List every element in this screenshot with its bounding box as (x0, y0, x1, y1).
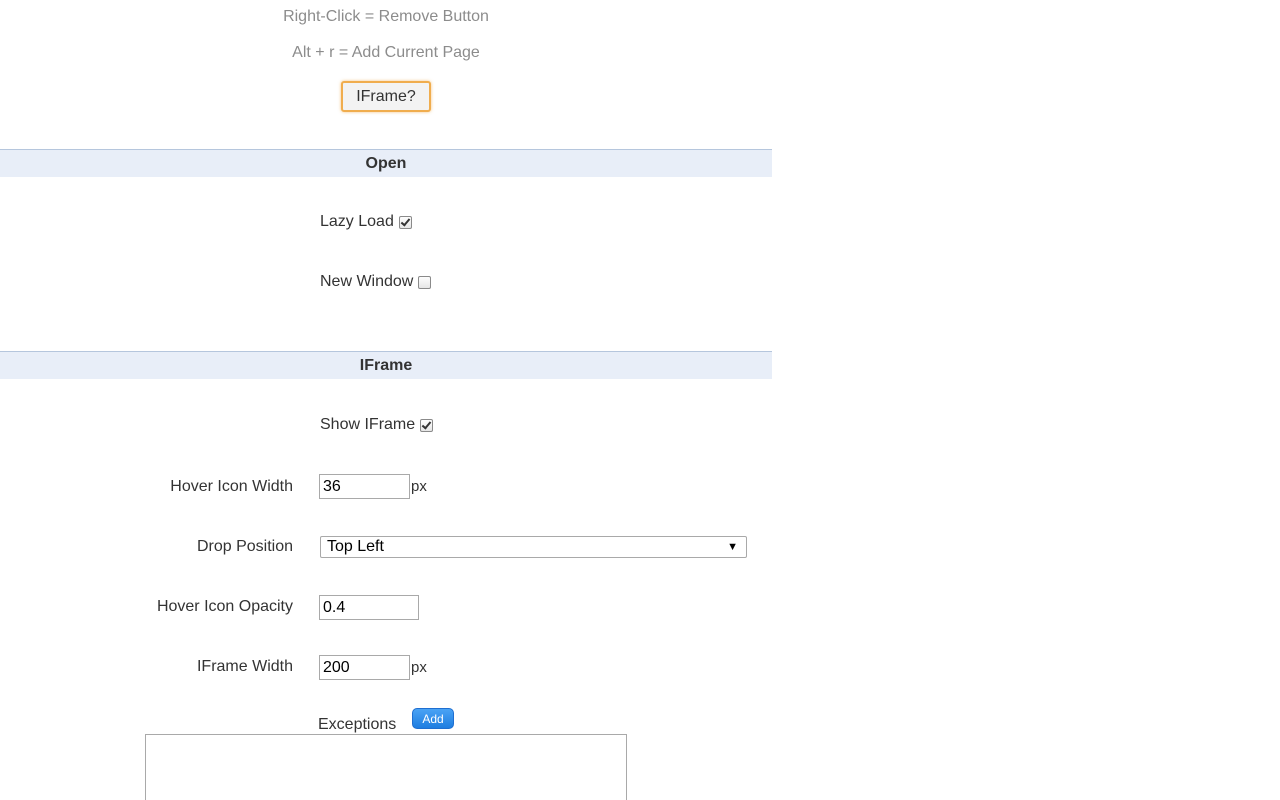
lazy-load-row: Lazy Load (320, 213, 412, 231)
lazy-load-checkbox[interactable] (398, 215, 412, 229)
hover-icon-width-label: Hover Icon Width (170, 478, 293, 495)
iframe-help-button[interactable]: IFrame? (341, 81, 431, 112)
dropdown-arrow-icon: ▼ (727, 541, 738, 553)
section-header-iframe: IFrame (0, 351, 772, 379)
new-window-checkbox[interactable] (418, 275, 432, 289)
new-window-row: New Window (320, 273, 432, 291)
drop-position-label: Drop Position (196, 538, 293, 555)
show-iframe-label: Show IFrame (320, 416, 416, 433)
exceptions-textarea[interactable] (145, 734, 627, 800)
iframe-width-input[interactable] (319, 655, 410, 680)
show-iframe-checkbox[interactable] (420, 418, 434, 432)
add-page-hint: Alt + r = Add Current Page (292, 44, 480, 61)
drop-position-select[interactable]: Top Left ▼ (320, 536, 747, 558)
hover-icon-opacity-input[interactable] (319, 595, 419, 620)
hover-icon-width-input[interactable] (319, 474, 410, 499)
iframe-width-unit: px (411, 659, 427, 676)
exceptions-label: Exceptions (318, 716, 397, 733)
hover-icon-width-unit: px (411, 478, 427, 495)
show-iframe-row: Show IFrame (320, 416, 434, 434)
options-page: Right-Click = Remove Button Alt + r = Ad… (0, 0, 1280, 800)
lazy-load-label: Lazy Load (320, 213, 394, 230)
hover-icon-opacity-label: Hover Icon Opacity (156, 598, 293, 615)
drop-position-value: Top Left (327, 538, 384, 555)
iframe-width-label: IFrame Width (196, 658, 293, 675)
remove-button-hint: Right-Click = Remove Button (283, 8, 489, 25)
add-exception-button[interactable]: Add (412, 708, 454, 729)
new-window-label: New Window (320, 273, 414, 290)
section-header-open: Open (0, 149, 772, 177)
